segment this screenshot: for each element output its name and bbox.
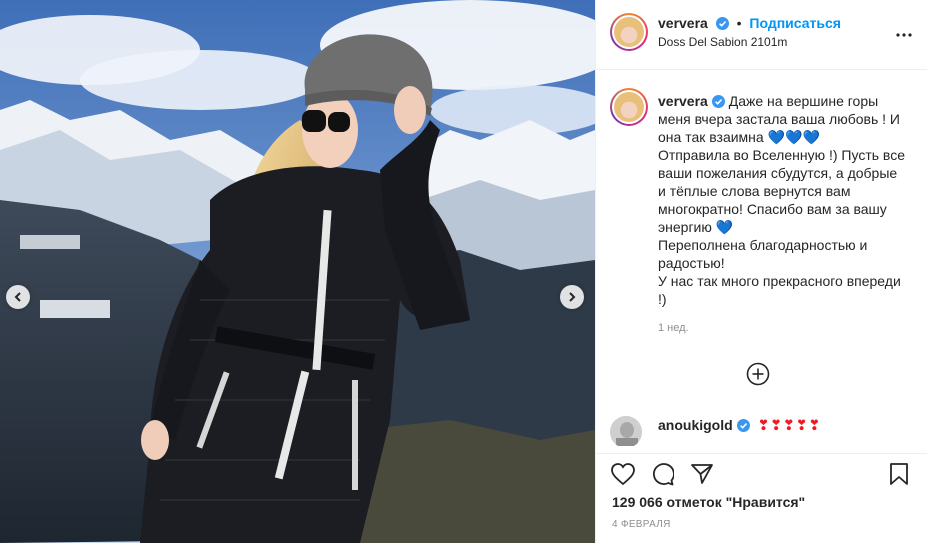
verified-badge-icon — [711, 95, 725, 108]
caption-line-2: Отправила во Вселенную !) Пусть все ваши… — [658, 147, 905, 235]
load-more-comments-button[interactable] — [746, 362, 770, 391]
more-options-icon — [896, 33, 912, 37]
post-location[interactable]: Doss Del Sabion 2101m — [658, 35, 787, 49]
chevron-left-icon — [14, 292, 21, 302]
verified-badge-icon — [736, 419, 750, 432]
header-user-line: ververa • Подписаться — [658, 15, 841, 31]
heart-icon — [611, 463, 635, 486]
blue-heart-emoji: 💙 — [715, 219, 734, 235]
post-date[interactable]: 4 ФЕВРАЛЯ — [612, 519, 671, 530]
previous-photo-button[interactable] — [6, 285, 30, 309]
post-photo[interactable] — [0, 0, 595, 543]
next-photo-button[interactable] — [560, 285, 584, 309]
caption-author-avatar[interactable] — [610, 88, 648, 126]
follow-button[interactable]: Подписаться — [749, 15, 841, 31]
commenter-avatar[interactable] — [610, 416, 642, 446]
post-actions: 129 066 отметок "Нравится" 4 ФЕВРАЛЯ — [596, 453, 927, 544]
share-icon — [691, 464, 713, 484]
caption-time-ago[interactable]: 1 нед. — [658, 322, 689, 334]
caption-username[interactable]: ververa — [658, 93, 708, 109]
author-username[interactable]: ververa — [658, 15, 708, 31]
comment-item: anoukigold ❣❣❣❣❣ — [610, 414, 915, 446]
post-header: ververa • Подписаться Doss Del Sabion 21… — [596, 0, 927, 70]
more-options-button[interactable] — [896, 24, 912, 42]
comment-hearts: ❣❣❣❣❣ — [757, 417, 822, 433]
separator-dot: • — [736, 15, 742, 31]
save-button[interactable] — [888, 462, 910, 491]
post-side-panel: ververa • Подписаться Doss Del Sabion 21… — [595, 0, 927, 543]
caption-line-3: Переполнена благодарностью и радостью! — [658, 237, 868, 271]
likes-count[interactable]: 129 066 отметок "Нравится" — [612, 494, 805, 510]
blue-hearts-emoji: 💙💙💙 — [767, 129, 820, 145]
author-avatar[interactable] — [610, 13, 648, 51]
avatar-photo — [610, 416, 642, 446]
photo-scene — [0, 0, 595, 543]
chevron-right-icon — [569, 292, 576, 302]
comment-text: anoukigold ❣❣❣❣❣ — [658, 417, 821, 434]
verified-badge-icon — [715, 17, 729, 30]
like-button[interactable] — [610, 462, 636, 491]
plus-circle-icon — [746, 362, 770, 386]
commenter-username[interactable]: anoukigold — [658, 417, 733, 433]
comment-icon — [652, 463, 675, 486]
caption-text: ververa Даже на вершине горы меня вчера … — [658, 92, 908, 308]
instagram-post: ververa • Подписаться Doss Del Sabion 21… — [0, 0, 927, 543]
share-button[interactable] — [690, 462, 714, 491]
bookmark-icon — [890, 463, 908, 485]
caption-line-4: У нас так много прекрасного впереди !) — [658, 273, 901, 307]
comment-button[interactable] — [650, 462, 675, 491]
